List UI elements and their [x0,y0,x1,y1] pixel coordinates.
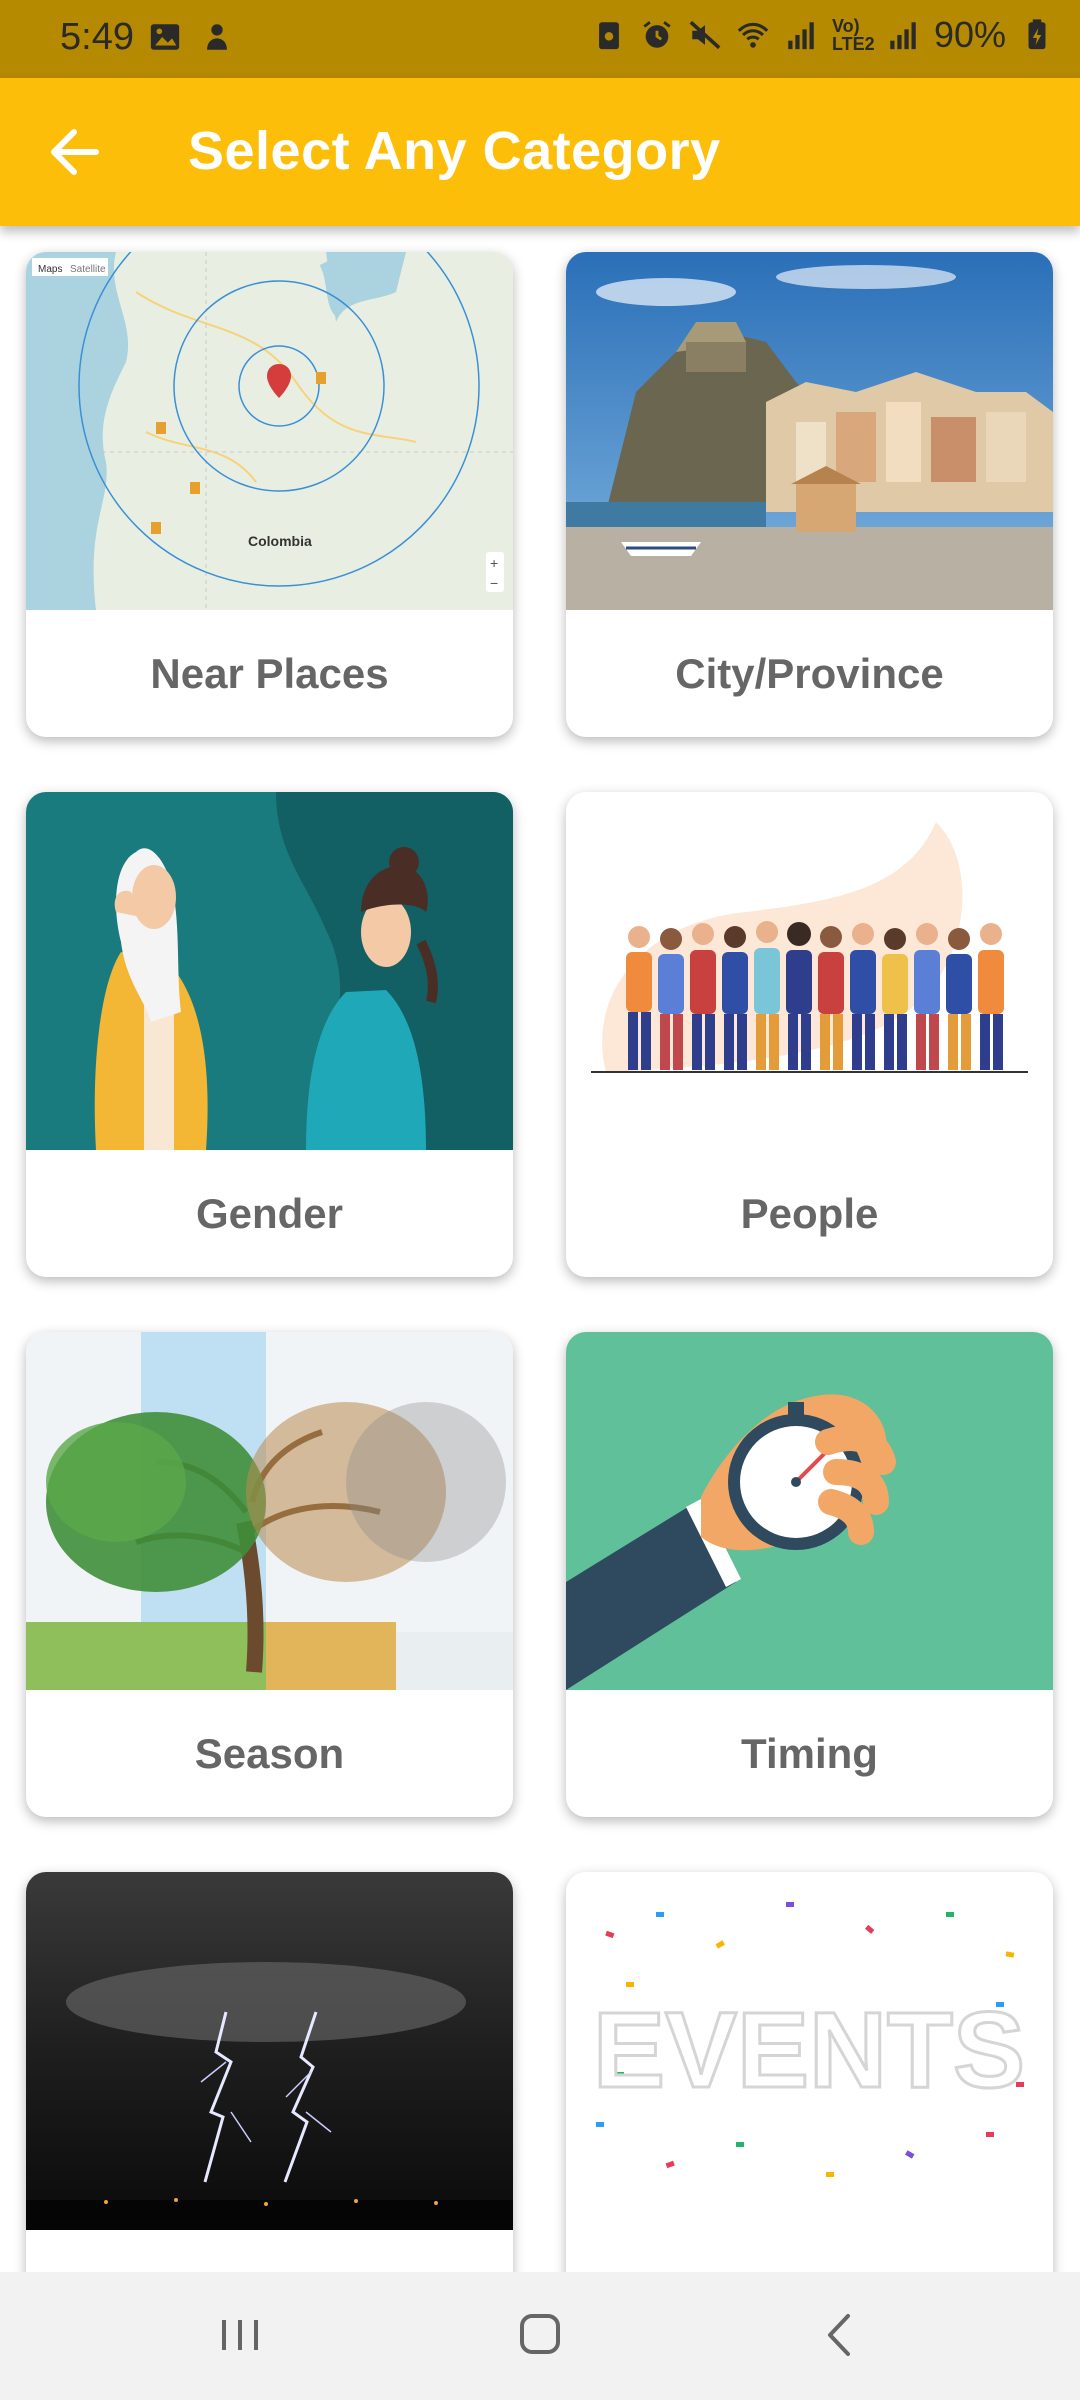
category-label: Season [194,1729,345,1777]
category-label [26,2230,513,2272]
category-grid: Maps Satellite Colombia + − Near Places [0,226,1080,2272]
category-card-weather[interactable] [26,1872,513,2272]
map-tab-satellite: Satellite [70,264,106,275]
category-label: Timing [741,1729,878,1777]
category-card-people[interactable]: People [566,792,1053,1277]
recent-apps-icon [222,2320,258,2350]
events-image: EVENTS [566,1872,1053,2230]
status-left-icons [148,20,234,54]
svg-text:−: − [490,575,498,591]
home-icon [520,2314,560,2354]
recent-apps-button[interactable] [200,2302,280,2368]
timing-image [566,1332,1053,1690]
category-card-season[interactable]: Season [26,1332,513,1817]
people-image [566,792,1053,1150]
app-bar: Select Any Category [0,78,1080,226]
category-label: City/Province [675,649,944,697]
network-label: Vo) LTE2 [831,16,875,54]
map-label-colombia: Colombia [248,533,312,549]
coastal-town-image [566,252,1053,610]
category-label: Near Places [150,649,389,697]
battery-percent: 90% [933,14,1006,55]
category-card-timing[interactable]: Timing [566,1332,1053,1817]
status-right: Vo) LTE2 90% [592,14,1054,56]
battery-icon [1028,19,1046,50]
back-button[interactable] [40,120,110,184]
category-label: Gender [195,1189,344,1237]
home-button[interactable] [500,2302,580,2368]
season-image [26,1332,513,1690]
signal-icon-2 [890,22,916,50]
category-label: People [740,1189,879,1237]
map-tab-maps: Maps [38,264,62,275]
system-back-button[interactable] [800,2302,880,2368]
alarm-icon [643,21,671,48]
category-card-city-province[interactable]: City/Province [566,252,1053,737]
mute-icon [689,20,721,50]
map-image: Maps Satellite Colombia + − [26,252,513,610]
gender-image [26,792,513,1150]
events-text: EVENTS [593,1989,1025,2110]
svg-text:+: + [490,555,498,571]
category-card-events[interactable]: EVENTS [566,1872,1053,2272]
notification-icon [207,24,227,50]
system-nav-bar [0,2272,1080,2400]
category-card-gender[interactable]: Gender [26,792,513,1277]
screenshot-icon [599,22,619,50]
signal-icon [788,22,814,50]
status-bar: 5:49 Vo) LTE2 90% [0,0,1080,78]
category-label [566,2230,1053,2272]
arrow-left-icon [51,129,99,175]
back-icon [828,2314,850,2356]
image-icon [150,24,180,50]
wifi-icon [737,22,769,48]
lightning-image [26,1872,513,2230]
status-time: 5:49 [60,16,134,58]
category-card-near-places[interactable]: Maps Satellite Colombia + − Near Places [26,252,513,737]
page-title: Select Any Category [188,121,721,181]
